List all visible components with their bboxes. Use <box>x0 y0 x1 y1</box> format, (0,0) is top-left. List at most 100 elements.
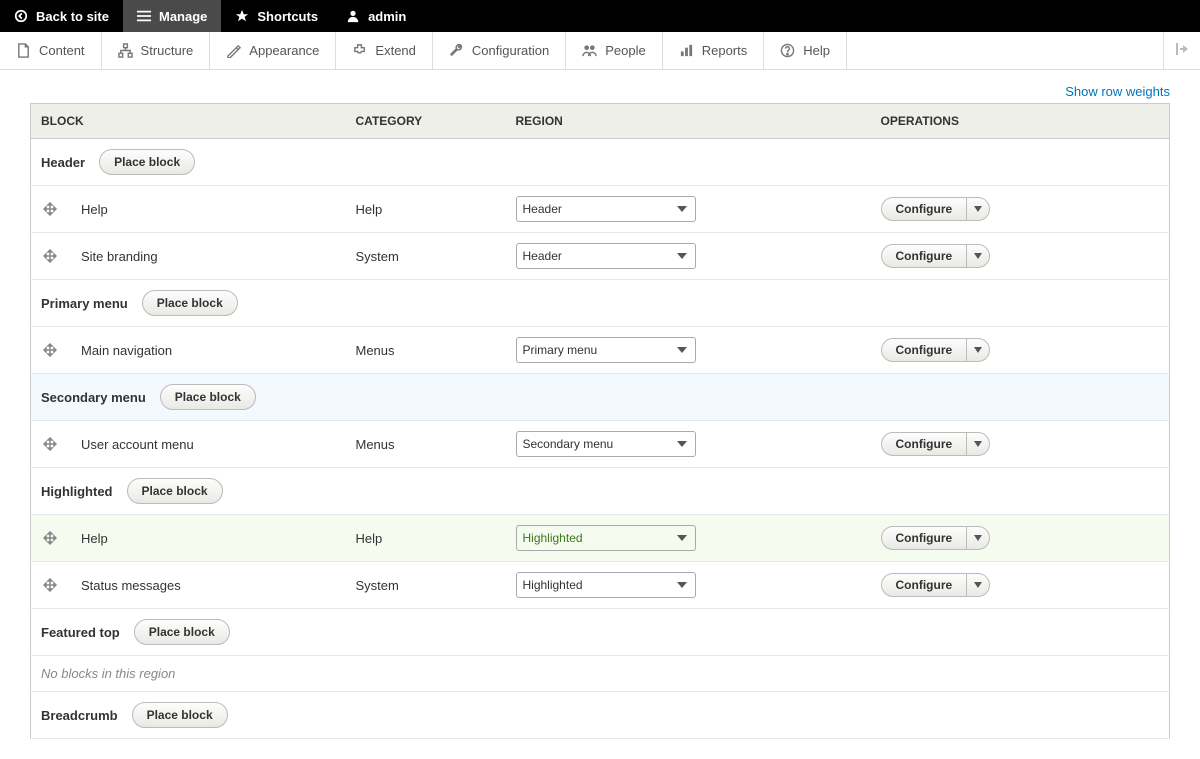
region-row: Highlighted Place block <box>31 468 1170 515</box>
toolbar-shortcuts-label: Shortcuts <box>257 9 318 24</box>
drag-handle-icon[interactable] <box>43 578 57 592</box>
drag-handle-icon[interactable] <box>43 437 57 451</box>
toolbar-back[interactable]: Back to site <box>0 0 123 32</box>
configure-dropbutton: Configure <box>881 432 991 456</box>
block-category: Help <box>346 515 506 562</box>
show-row-weights-link[interactable]: Show row weights <box>1065 84 1170 99</box>
admin-menu-configuration-label: Configuration <box>472 43 549 58</box>
dropbutton-toggle[interactable] <box>967 433 989 455</box>
admin-menu-structure[interactable]: Structure <box>102 32 211 69</box>
admin-menu-configuration[interactable]: Configuration <box>433 32 566 69</box>
region-select[interactable]: HeaderPrimary menuSecondary menuHighligh… <box>516 243 696 269</box>
block-name: Status messages <box>81 578 181 593</box>
drag-handle-icon[interactable] <box>43 343 57 357</box>
content-icon <box>16 43 31 58</box>
region-select[interactable]: HeaderPrimary menuSecondary menuHighligh… <box>516 572 696 598</box>
toolbar-manage-label: Manage <box>159 9 207 24</box>
toolbar-user[interactable]: admin <box>332 0 420 32</box>
region-label: Highlighted <box>41 484 113 499</box>
toolbar-manage[interactable]: Manage <box>123 0 221 32</box>
region-select[interactable]: HeaderPrimary menuSecondary menuHighligh… <box>516 337 696 363</box>
region-row: HeaderPlace block <box>31 139 1170 186</box>
configure-button[interactable]: Configure <box>882 574 968 596</box>
configure-button[interactable]: Configure <box>882 433 968 455</box>
configure-button[interactable]: Configure <box>882 198 968 220</box>
block-name: User account menu <box>81 437 194 452</box>
block-row: Main navigation Menus HeaderPrimary menuSe… <box>31 327 1170 374</box>
configure-dropbutton: Configure <box>881 338 991 362</box>
block-row: User account menu Menus HeaderPrimary menu… <box>31 421 1170 468</box>
block-row: Site brandingSystemHeaderPrimary menuSec… <box>31 233 1170 280</box>
configure-dropbutton: Configure <box>881 197 991 221</box>
place-block-button[interactable]: Place block <box>160 384 256 410</box>
configure-button[interactable]: Configure <box>882 339 968 361</box>
dropbutton-toggle[interactable] <box>967 339 989 361</box>
drag-handle-icon[interactable] <box>43 202 57 216</box>
dropbutton-toggle[interactable] <box>967 574 989 596</box>
region-label: Featured top <box>41 625 120 640</box>
region-row: Secondary menu Place block <box>31 374 1170 421</box>
empty-region-row: No blocks in this region <box>31 656 1170 692</box>
people-icon <box>582 43 597 58</box>
admin-menu-people-label: People <box>605 43 645 58</box>
drag-handle-icon[interactable] <box>43 249 57 263</box>
dropbutton-toggle[interactable] <box>967 245 989 267</box>
region-select[interactable]: HeaderPrimary menuSecondary menuHighligh… <box>516 196 696 222</box>
block-name: Main navigation <box>81 343 172 358</box>
toolbar: Back to site Manage Shortcuts admin <box>0 0 1200 32</box>
configure-button[interactable]: Configure <box>882 527 968 549</box>
back-icon <box>14 9 28 23</box>
admin-menu-reports-label: Reports <box>702 43 748 58</box>
appearance-icon <box>226 43 241 58</box>
dropbutton-toggle[interactable] <box>967 198 989 220</box>
admin-menu-collapse[interactable] <box>1163 32 1200 69</box>
extend-icon <box>352 43 367 58</box>
configure-button[interactable]: Configure <box>882 245 968 267</box>
admin-menu-content-label: Content <box>39 43 85 58</box>
admin-menu-content[interactable]: Content <box>0 32 102 69</box>
configure-dropbutton: Configure <box>881 244 991 268</box>
reports-icon <box>679 43 694 58</box>
place-block-button[interactable]: Place block <box>132 702 228 728</box>
collapse-icon <box>1174 41 1190 60</box>
place-block-button[interactable]: Place block <box>134 619 230 645</box>
admin-menu-structure-label: Structure <box>141 43 194 58</box>
place-block-button[interactable]: Place block <box>127 478 223 504</box>
block-name: Help <box>81 531 108 546</box>
dropbutton-toggle[interactable] <box>967 527 989 549</box>
toolbar-back-label: Back to site <box>36 9 109 24</box>
th-operations: Operations <box>871 104 1170 139</box>
admin-menu-appearance[interactable]: Appearance <box>210 32 336 69</box>
region-select[interactable]: HeaderPrimary menuSecondary menuHighligh… <box>516 431 696 457</box>
admin-menu-extend[interactable]: Extend <box>336 32 432 69</box>
block-category: Menus <box>346 421 506 468</box>
th-category: Category <box>346 104 506 139</box>
th-block: Block <box>31 104 346 139</box>
region-label: Primary menu <box>41 296 128 311</box>
block-category: Help <box>346 186 506 233</box>
region-label: Breadcrumb <box>41 708 118 723</box>
admin-menu: Content Structure Appearance Extend Conf… <box>0 32 1200 70</box>
structure-icon <box>118 43 133 58</box>
block-category: Menus <box>346 327 506 374</box>
region-label: Secondary menu <box>41 390 146 405</box>
toolbar-user-label: admin <box>368 9 406 24</box>
region-select[interactable]: HeaderPrimary menuSecondary menuHighligh… <box>516 525 696 551</box>
configure-dropbutton: Configure <box>881 526 991 550</box>
admin-menu-reports[interactable]: Reports <box>663 32 765 69</box>
place-block-button[interactable]: Place block <box>99 149 195 175</box>
admin-menu-people[interactable]: People <box>566 32 662 69</box>
block-category: System <box>346 233 506 280</box>
hamburger-icon <box>137 9 151 23</box>
block-category: System <box>346 562 506 609</box>
region-row: Featured top Place block <box>31 609 1170 656</box>
block-name: Help <box>81 202 108 217</box>
admin-menu-extend-label: Extend <box>375 43 415 58</box>
toolbar-shortcuts[interactable]: Shortcuts <box>221 0 332 32</box>
admin-menu-help-label: Help <box>803 43 830 58</box>
block-row: Help Help HeaderPrimary menuSecondary menu… <box>31 515 1170 562</box>
place-block-button[interactable]: Place block <box>142 290 238 316</box>
admin-menu-help[interactable]: Help <box>764 32 847 69</box>
drag-handle-icon[interactable] <box>43 531 57 545</box>
region-row: Primary menu Place block <box>31 280 1170 327</box>
